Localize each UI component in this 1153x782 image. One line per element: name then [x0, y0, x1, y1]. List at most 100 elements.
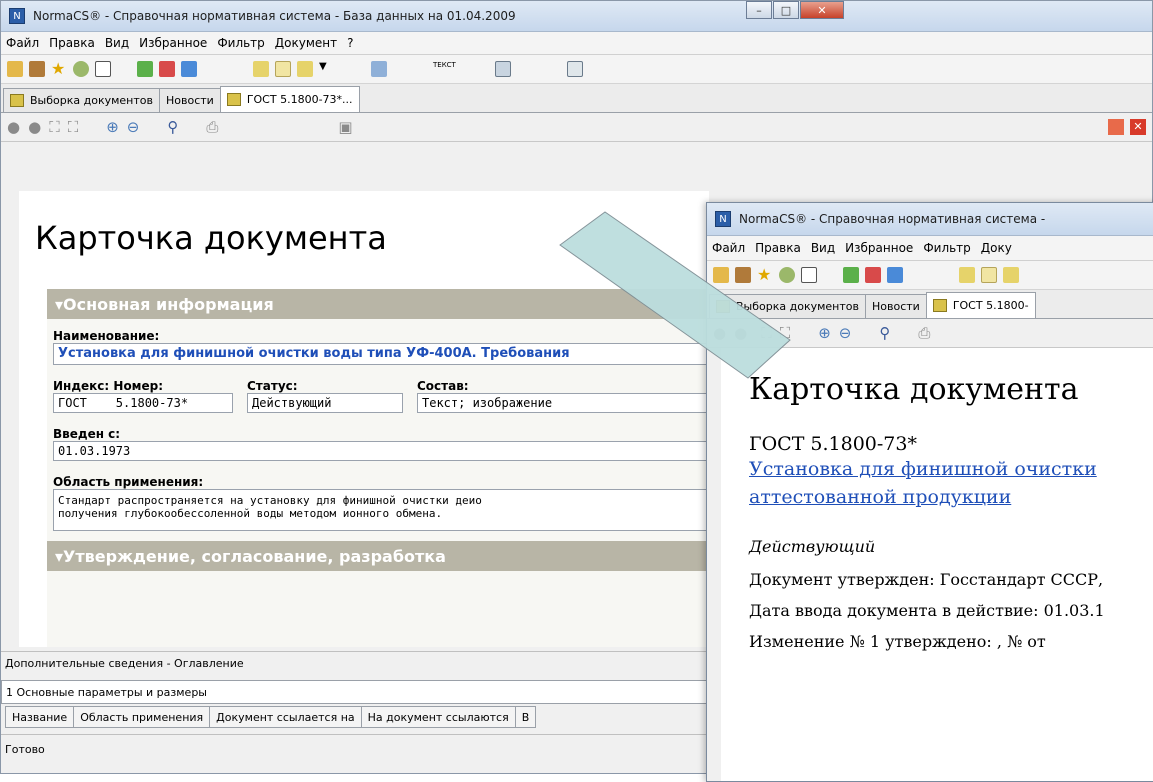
forward-icon[interactable]: ●	[734, 324, 747, 342]
text-icon[interactable]: ТЕКСТ	[433, 61, 456, 77]
menu-help[interactable]: ?	[342, 36, 358, 50]
app-icon: N	[715, 211, 731, 227]
print-icon[interactable]: ⎙	[918, 324, 930, 342]
menu-favorites[interactable]: Избранное	[840, 241, 918, 255]
menu-edit[interactable]: Правка	[44, 36, 100, 50]
tree-icon[interactable]	[713, 267, 729, 283]
menu-edit[interactable]: Правка	[750, 241, 806, 255]
field-name[interactable]: Установка для финишной очистки воды типа…	[53, 343, 709, 365]
tab-news[interactable]: Новости	[864, 294, 927, 318]
zoom-out-icon[interactable]: ⊖	[127, 118, 140, 136]
favorites-star-icon[interactable]: ★	[757, 267, 773, 283]
history-icon[interactable]	[73, 61, 89, 77]
bottom-area: Дополнительные сведения - Оглавление 1 О…	[1, 651, 711, 763]
doc-yellow2-icon[interactable]	[275, 61, 291, 77]
export-icon[interactable]	[567, 61, 583, 77]
menu-view[interactable]: Вид	[100, 36, 134, 50]
doc-green-icon[interactable]	[137, 61, 153, 77]
zoom-out-icon[interactable]: ⊖	[839, 324, 852, 342]
menu-document[interactable]: Документ	[270, 36, 342, 50]
field-introduced[interactable]: 01.03.1973	[53, 441, 709, 461]
doc-edit-icon[interactable]	[297, 61, 313, 77]
field-index[interactable]: ГОСТ 5.1800-73*	[53, 393, 233, 413]
second-titlebar[interactable]: N NormaCS® - Справочная нормативная сист…	[707, 203, 1153, 236]
doc-blue-icon[interactable]	[181, 61, 197, 77]
forward-icon[interactable]: ●	[28, 118, 41, 136]
bottom-tab-refs-in[interactable]: На документ ссылаются	[360, 706, 516, 728]
field-composition[interactable]: Текст; изображение	[417, 393, 709, 413]
tab-news[interactable]: Новости	[158, 88, 221, 112]
main-toolbar: ★ ▼ ТЕКСТ	[1, 55, 1152, 84]
back-icon[interactable]: ●	[7, 118, 20, 136]
doc-edit-icon[interactable]	[1003, 267, 1019, 283]
find-icon[interactable]: ⚲	[879, 324, 890, 342]
link-icon[interactable]	[371, 61, 387, 77]
doc-link-line-2: аттестованной продукции	[749, 486, 1012, 508]
export-doc-icon[interactable]: ▣	[338, 118, 352, 136]
second-navigation-bar: ● ● ⛶ ⛶ ⊕ ⊖ ⚲ ⎙	[707, 319, 1153, 348]
field-status[interactable]: Действующий	[247, 393, 403, 413]
history-icon[interactable]	[779, 267, 795, 283]
bottom-tab-scope[interactable]: Область применения	[73, 706, 211, 728]
zoom-in-icon[interactable]: ⊕	[818, 324, 831, 342]
bottom-tab-refs-out[interactable]: Документ ссылается на	[209, 706, 362, 728]
zoom-in-icon[interactable]: ⊕	[106, 118, 119, 136]
bottom-tab-more[interactable]: В	[514, 706, 537, 728]
binoculars-back-icon[interactable]: ⛶	[49, 118, 60, 136]
window-controls: – □ ✕	[745, 1, 844, 19]
compare-icon[interactable]	[495, 61, 511, 77]
doc-red-icon[interactable]	[865, 267, 881, 283]
restore-panel-icon[interactable]	[1108, 119, 1124, 135]
doc-blue-icon[interactable]	[887, 267, 903, 283]
doc-yellow-icon[interactable]	[253, 61, 269, 77]
list-icon[interactable]	[801, 267, 817, 283]
menu-file[interactable]: Файл	[707, 241, 750, 255]
menu-filter[interactable]: Фильтр	[918, 241, 975, 255]
tree-icon[interactable]	[7, 61, 23, 77]
menu-document[interactable]: Доку	[976, 241, 1017, 255]
search-books-icon[interactable]	[29, 61, 45, 77]
tab-label: Новости	[165, 94, 214, 107]
folder-icon	[10, 94, 24, 107]
toc-item[interactable]: 1 Основные параметры и размеры	[1, 680, 711, 704]
status-group: Статус: Действующий	[247, 379, 417, 413]
tab-label: ГОСТ 5.1800-73*...	[246, 93, 353, 106]
maximize-button[interactable]: □	[773, 1, 799, 19]
label-introduced: Введен с:	[53, 427, 121, 441]
section-approval[interactable]: ▾Утверждение, согласование, разработка	[47, 541, 709, 571]
tab-gost-document[interactable]: ГОСТ 5.1800-	[925, 292, 1036, 318]
menu-view[interactable]: Вид	[806, 241, 840, 255]
binoculars-forward-icon[interactable]: ⛶	[68, 118, 79, 136]
doc-green-icon[interactable]	[843, 267, 859, 283]
list-icon[interactable]	[95, 61, 111, 77]
menu-favorites[interactable]: Избранное	[134, 36, 212, 50]
menu-file[interactable]: Файл	[1, 36, 44, 50]
tab-gost-document[interactable]: ГОСТ 5.1800-73*...	[219, 86, 360, 112]
tab-document-selection[interactable]: Выборка документов	[709, 294, 866, 318]
back-icon[interactable]: ●	[713, 324, 726, 342]
main-menubar: Файл Правка Вид Избранное Фильтр Докумен…	[1, 32, 1152, 55]
doc-yellow2-icon[interactable]	[981, 267, 997, 283]
doc-yellow-icon[interactable]	[959, 267, 975, 283]
menu-filter[interactable]: Фильтр	[212, 36, 269, 50]
field-scope[interactable]: Стандарт распространяется на установку д…	[53, 489, 709, 531]
second-menubar: Файл Правка Вид Избранное Фильтр Доку	[707, 236, 1153, 261]
bottom-tab-name[interactable]: Название	[5, 706, 75, 728]
minimize-button[interactable]: –	[746, 1, 772, 19]
document-icon	[932, 299, 947, 312]
print-icon[interactable]: ⎙	[206, 118, 218, 136]
binoculars-forward-icon[interactable]: ⛶	[780, 324, 791, 342]
chevron-down-icon[interactable]: ▼	[319, 61, 335, 77]
extra-info-bar[interactable]: Дополнительные сведения - Оглавление	[1, 651, 711, 674]
search-books-icon[interactable]	[735, 267, 751, 283]
main-titlebar[interactable]: N NormaCS® - Справочная нормативная сист…	[1, 1, 1152, 32]
binoculars-back-icon[interactable]: ⛶	[761, 324, 772, 342]
doc-red-icon[interactable]	[159, 61, 175, 77]
find-icon[interactable]: ⚲	[167, 118, 178, 136]
doc-title-link[interactable]: Установка для финишной очистки аттестова…	[749, 455, 1153, 511]
favorites-star-icon[interactable]: ★	[51, 61, 67, 77]
section-main-info[interactable]: ▾Основная информация	[47, 289, 709, 319]
close-panel-icon[interactable]: ✕	[1130, 119, 1146, 135]
close-button[interactable]: ✕	[800, 1, 844, 19]
tab-document-selection[interactable]: Выборка документов	[3, 88, 160, 112]
